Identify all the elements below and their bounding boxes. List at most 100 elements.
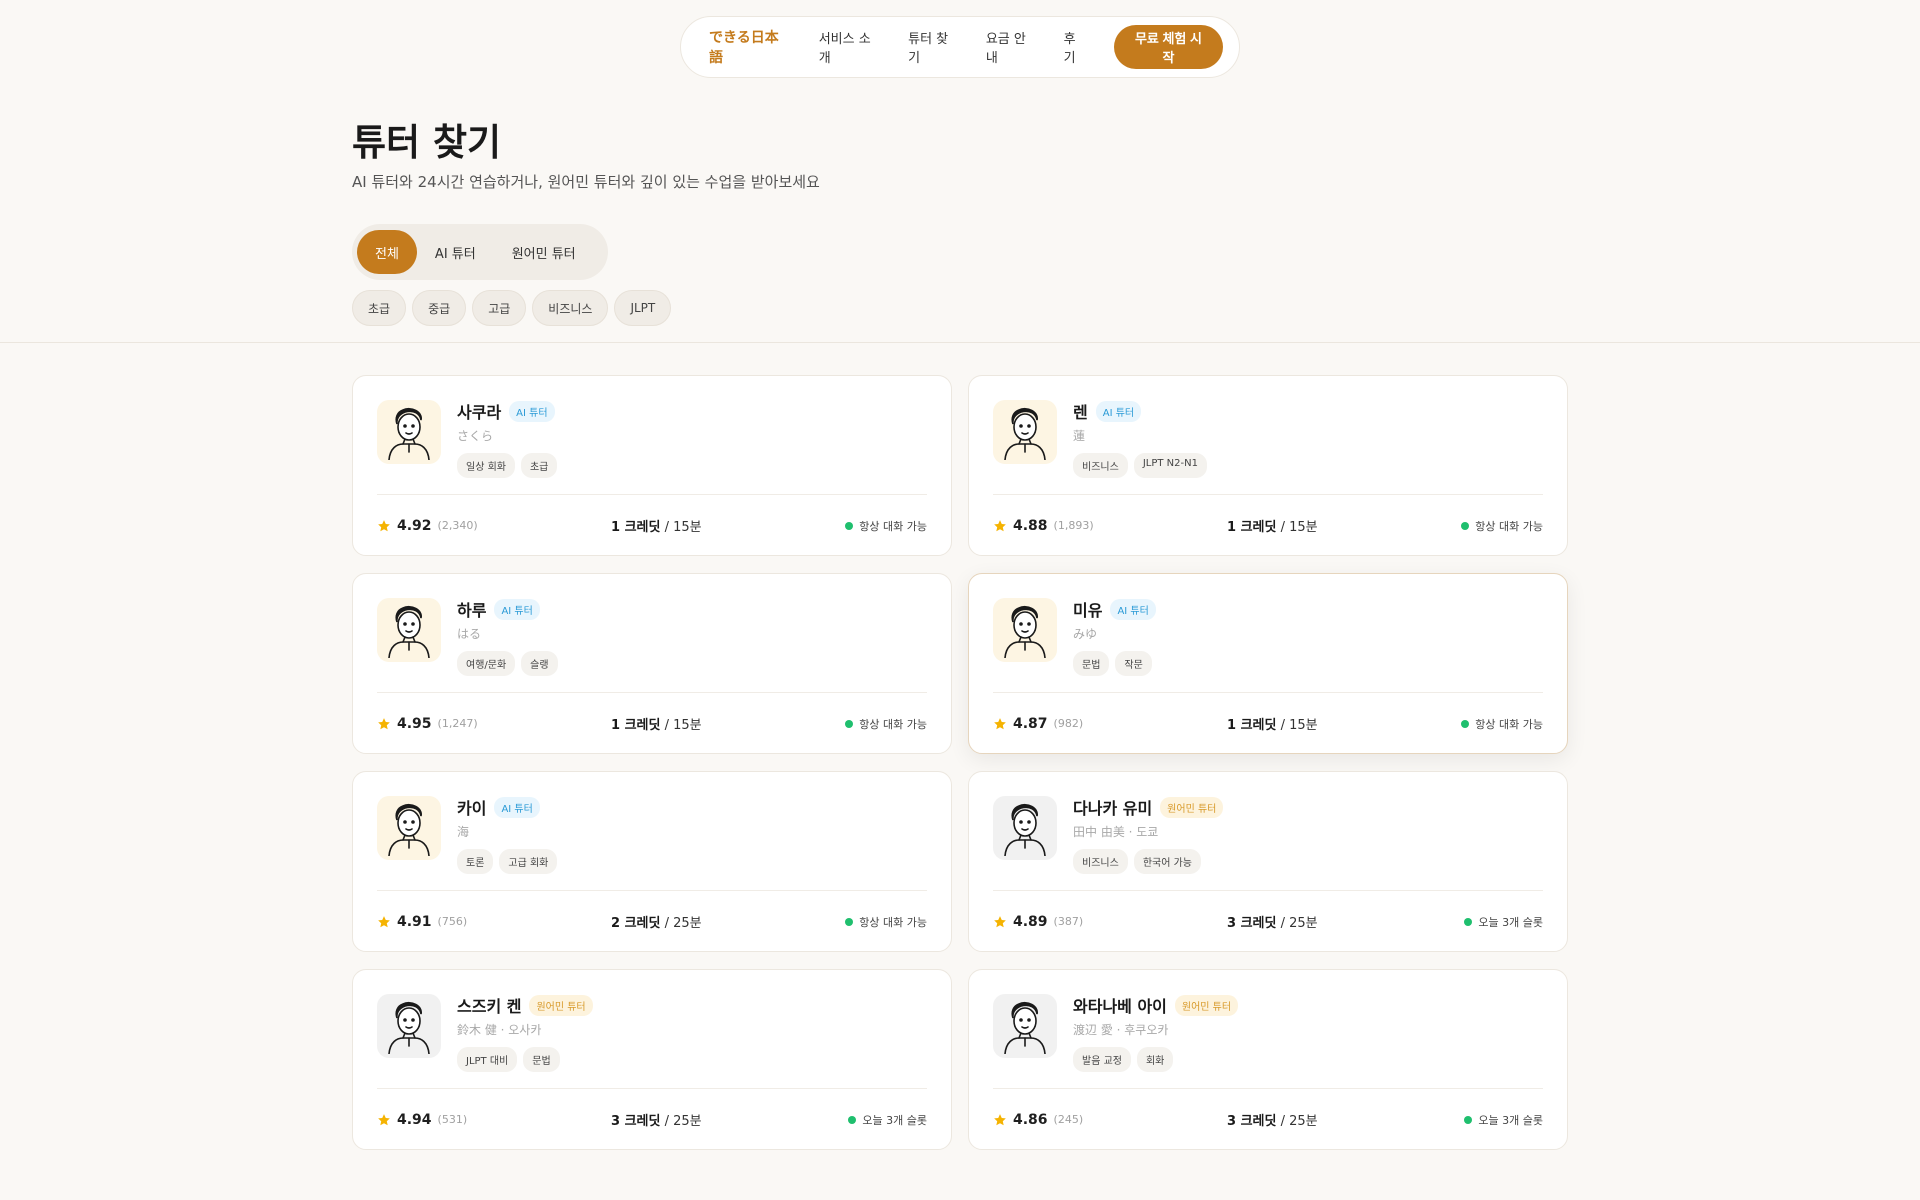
avatar: [993, 796, 1057, 860]
tutor-card[interactable]: 카이 AI 튜터 海 토론 고급 회화 4.91 (756) 2 크레딧 / 25…: [352, 771, 952, 952]
tutor-tag: 문법: [1073, 651, 1110, 676]
star-icon: [994, 519, 1006, 531]
tutor-info: 미유 AI 튜터 みゆ 문법 작문: [1073, 598, 1156, 676]
availability-status: 항상 대화 가능: [1461, 518, 1543, 534]
tutor-tags: 여행/문화 슬랭: [457, 651, 558, 676]
review-count: (387): [1053, 915, 1084, 928]
tutor-tag: 작문: [1115, 651, 1152, 676]
woman-avatar-icon: [381, 796, 437, 860]
page-subtitle: AI 튜터와 24시간 연습하거나, 원어민 튜터와 깊이 있는 수업을 받아보…: [352, 173, 820, 191]
availability-text: 항상 대화 가능: [859, 519, 927, 533]
tutor-rating: 4.92 (2,340): [377, 518, 611, 534]
free-trial-button[interactable]: 무료 체험 시작: [1113, 25, 1223, 69]
availability-text: 항상 대화 가능: [1475, 717, 1543, 731]
filter-chip-beginner[interactable]: 초급: [352, 290, 407, 326]
tutor-card[interactable]: 하루 AI 튜터 はる 여행/문화 슬랭 4.95 (1,247) 1 크레딧 /…: [352, 573, 952, 754]
availability-text: 항상 대화 가능: [1475, 519, 1543, 533]
tutor-tag: 비즈니스: [1073, 453, 1128, 478]
session-duration: / 25분: [1280, 916, 1318, 931]
tutor-tags: 비즈니스 JLPT N2-N1: [1073, 453, 1207, 478]
tutor-rating: 4.86 (245): [993, 1112, 1227, 1128]
filter-chip-jlpt[interactable]: JLPT: [614, 290, 672, 326]
tutor-subname: さくら: [457, 429, 494, 443]
tab-all[interactable]: 전체: [357, 230, 417, 274]
availability-text: 오늘 3개 슬롯: [1478, 1113, 1543, 1127]
page-title: 튜터 찾기: [352, 121, 502, 164]
tutor-name: 다나카 유미: [1073, 799, 1153, 818]
tutor-card-footer: 4.87 (982) 1 크레딧 / 15분 항상 대화 가능: [993, 692, 1543, 754]
tutor-card[interactable]: 사쿠라 AI 튜터 さくら 일상 회화 초급 4.92 (2,340) 1 크레딧…: [352, 375, 952, 556]
nav-link-about[interactable]: 서비스 소개: [819, 28, 881, 66]
availability-status: 오늘 3개 슬롯: [1464, 1112, 1543, 1128]
avatar: [993, 400, 1057, 464]
nav-link-find-tutor[interactable]: 튜터 찾기: [908, 28, 959, 66]
woman-avatar-icon: [997, 400, 1053, 464]
woman-avatar-icon: [381, 400, 437, 464]
credit-amount: 2 크레딧: [611, 916, 661, 931]
review-count: (1,247): [437, 717, 478, 730]
tutor-card[interactable]: 다나카 유미 원어민 튜터 田中 由美 · 도쿄 비즈니스 한국어 가능 4.89…: [968, 771, 1568, 952]
tutor-card-footer: 4.88 (1,893) 1 크레딧 / 15분 항상 대화 가능: [993, 494, 1543, 556]
tutor-card[interactable]: 스즈키 켄 원어민 튜터 鈴木 健 · 오사카 JLPT 대비 문법 4.94 (…: [352, 969, 952, 1150]
status-dot-icon: [845, 917, 854, 926]
review-count: (982): [1053, 717, 1084, 730]
tutor-card-footer: 4.94 (531) 3 크레딧 / 25분 오늘 3개 슬롯: [377, 1088, 927, 1150]
tutor-card[interactable]: 와타나베 아이 원어민 튜터 渡辺 愛 · 후쿠오카 발음 교정 회화 4.86 …: [968, 969, 1568, 1150]
tutor-subname: みゆ: [1073, 627, 1098, 641]
star-icon: [378, 717, 390, 729]
availability-text: 항상 대화 가능: [859, 717, 927, 731]
availability-status: 오늘 3개 슬롯: [848, 1112, 927, 1128]
man-avatar-icon: [997, 994, 1053, 1058]
rating-score: 4.87: [1013, 715, 1048, 732]
tutor-tag: 한국어 가능: [1133, 849, 1201, 874]
avatar: [377, 598, 441, 662]
credit-amount: 1 크레딧: [611, 718, 661, 733]
brand-logo[interactable]: できる日本語: [709, 27, 791, 67]
tutor-tag: 토론: [457, 849, 494, 874]
session-duration: / 15분: [664, 520, 702, 535]
nav-link-reviews[interactable]: 후기: [1064, 28, 1087, 66]
tutor-tags: 문법 작문: [1073, 651, 1156, 676]
tutor-name: 카이: [457, 799, 487, 818]
review-count: (1,893): [1053, 519, 1094, 532]
tab-native-tutor[interactable]: 원어민 튜터: [494, 230, 594, 274]
tutor-type-badge: AI 튜터: [494, 796, 540, 818]
session-duration: / 25분: [664, 1114, 702, 1129]
tutor-price: 3 크레딧 / 25분: [1227, 912, 1464, 931]
tutor-name: 하루: [457, 601, 487, 620]
tutor-card-footer: 4.95 (1,247) 1 크레딧 / 15분 항상 대화 가능: [377, 692, 927, 754]
filter-chip-business[interactable]: 비즈니스: [532, 290, 609, 326]
nav-link-pricing[interactable]: 요금 안내: [986, 28, 1037, 66]
tutor-tags: 비즈니스 한국어 가능: [1073, 849, 1223, 874]
tutor-type-badge: 원어민 튜터: [1160, 796, 1224, 818]
tutor-price: 1 크레딧 / 15분: [611, 714, 845, 733]
star-icon: [994, 717, 1006, 729]
tutor-info: 사쿠라 AI 튜터 さくら 일상 회화 초급: [457, 400, 558, 478]
tutor-info: 와타나베 아이 원어민 튜터 渡辺 愛 · 후쿠오카 발음 교정 회화: [1073, 994, 1239, 1072]
tutor-info: 카이 AI 튜터 海 토론 고급 회화: [457, 796, 558, 874]
rating-score: 4.88: [1013, 517, 1048, 534]
tutor-info: 스즈키 켄 원어민 튜터 鈴木 健 · 오사카 JLPT 대비 문법: [457, 994, 593, 1072]
filter-chip-advanced[interactable]: 고급: [472, 290, 527, 326]
star-icon: [994, 915, 1006, 927]
tutor-tags: 토론 고급 회화: [457, 849, 558, 874]
tutor-type-badge: AI 튜터: [1110, 598, 1156, 620]
availability-status: 항상 대화 가능: [845, 716, 927, 732]
tutor-price: 1 크레딧 / 15분: [1227, 714, 1461, 733]
credit-amount: 1 크레딧: [1227, 520, 1277, 535]
credit-amount: 3 크레딧: [1227, 916, 1277, 931]
tutor-tag: 고급 회화: [499, 849, 558, 874]
tutor-type-badge: AI 튜터: [1095, 400, 1142, 422]
tutor-tags: 일상 회화 초급: [457, 453, 558, 478]
filter-chip-intermediate[interactable]: 중급: [412, 290, 467, 326]
credit-amount: 1 크레딧: [611, 520, 661, 535]
tutor-info: 렌 AI 튜터 蓮 비즈니스 JLPT N2-N1: [1073, 400, 1207, 478]
tab-ai-tutor[interactable]: AI 튜터: [417, 230, 494, 274]
tutor-tags: JLPT 대비 문법: [457, 1047, 593, 1072]
status-dot-icon: [845, 719, 854, 728]
tutor-card[interactable]: 미유 AI 튜터 みゆ 문법 작문 4.87 (982) 1 크레딧 / 15분 …: [968, 573, 1568, 754]
avatar: [993, 994, 1057, 1058]
tutor-card[interactable]: 렌 AI 튜터 蓮 비즈니스 JLPT N2-N1 4.88 (1,893) 1 …: [968, 375, 1568, 556]
tutor-type-badge: 원어민 튜터: [529, 994, 593, 1016]
tutor-price: 2 크레딧 / 25분: [611, 912, 845, 931]
